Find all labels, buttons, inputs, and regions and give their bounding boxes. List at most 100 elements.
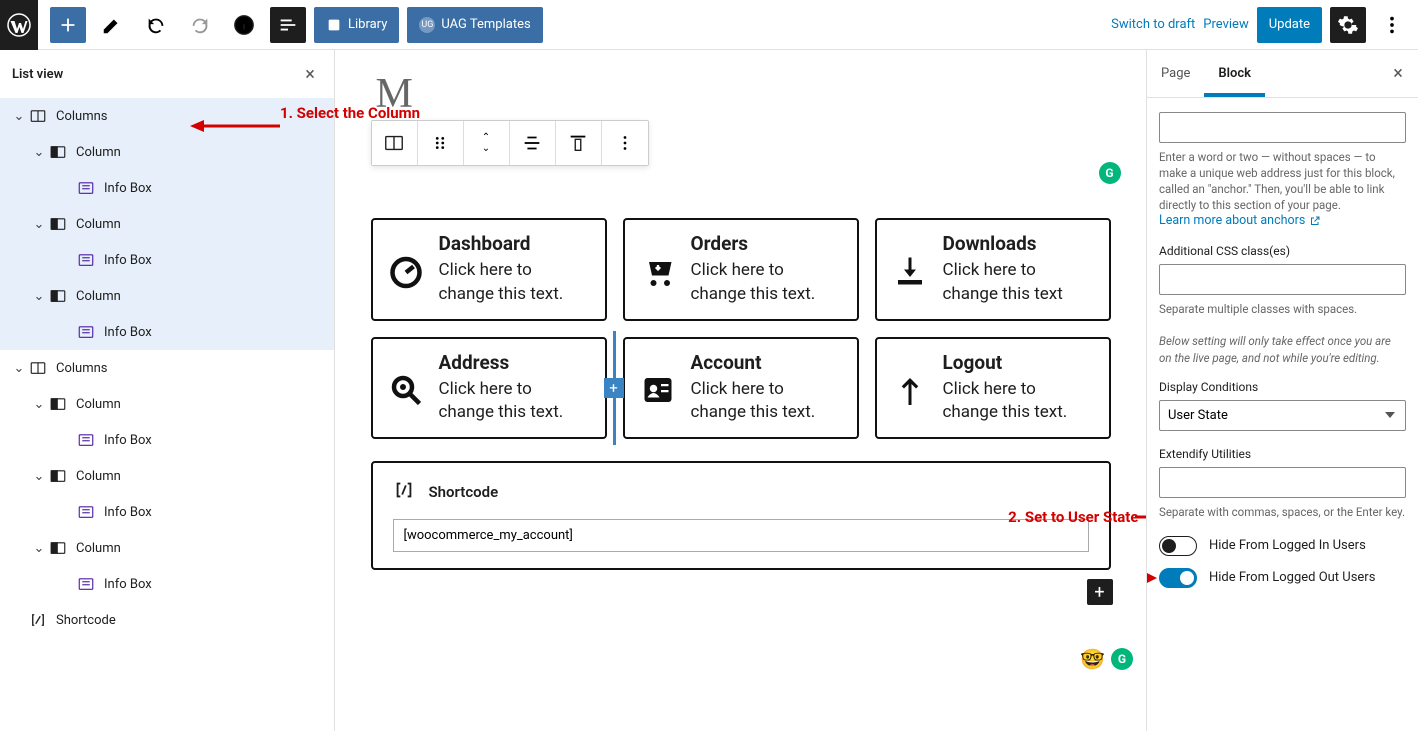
- extendify-input[interactable]: [1159, 467, 1406, 498]
- tree-column[interactable]: ⌄ Column: [0, 530, 334, 566]
- tree-infobox[interactable]: Info Box: [0, 242, 334, 278]
- listview-toggle[interactable]: [270, 7, 306, 43]
- undo-button[interactable]: [138, 7, 174, 43]
- wp-logo[interactable]: [0, 0, 38, 50]
- column-icon: [48, 467, 68, 485]
- info-card-orders[interactable]: OrdersClick here to change this text.: [623, 218, 859, 321]
- shortcode-input[interactable]: [393, 519, 1089, 552]
- info-card-account[interactable]: + AccountClick here to change this text.: [623, 337, 859, 440]
- info-card-dashboard[interactable]: DashboardClick here to change this text.: [371, 218, 607, 321]
- search-location-icon: [387, 371, 425, 409]
- add-block-button[interactable]: [50, 7, 86, 43]
- tree-shortcode[interactable]: Shortcode: [0, 602, 334, 638]
- columns-icon: [28, 107, 48, 125]
- columns-icon: [28, 359, 48, 377]
- toggle-label-out: Hide From Logged Out Users: [1209, 570, 1375, 585]
- block-toolbar: ⌃⌄: [371, 120, 649, 166]
- tab-page[interactable]: Page: [1147, 50, 1204, 97]
- chevron-down-icon: ⌄: [30, 541, 48, 556]
- dashboard-icon: [387, 252, 425, 290]
- toggle-label-in: Hide From Logged In Users: [1209, 538, 1366, 553]
- append-block-button[interactable]: +: [1087, 579, 1113, 605]
- align-button[interactable]: [510, 121, 556, 165]
- tree-columns[interactable]: ⌄ Columns: [0, 350, 334, 386]
- css-class-label: Additional CSS class(es): [1159, 244, 1406, 258]
- info-card-address[interactable]: AddressClick here to change this text.: [371, 337, 607, 440]
- info-card-downloads[interactable]: DownloadsClick here to change this text: [875, 218, 1111, 321]
- settings-button[interactable]: [1330, 7, 1366, 43]
- tree-column[interactable]: ⌄ Column: [0, 386, 334, 422]
- valign-button[interactable]: [556, 121, 602, 165]
- chevron-down-icon: ⌄: [30, 397, 48, 412]
- move-up-down[interactable]: ⌃⌄: [464, 121, 510, 165]
- column-icon: [48, 395, 68, 413]
- update-button[interactable]: Update: [1257, 7, 1322, 43]
- close-sidebar[interactable]: ×: [1378, 50, 1418, 97]
- display-conditions-label: Display Conditions: [1159, 380, 1406, 394]
- cart-icon: [639, 252, 677, 290]
- switch-draft-link[interactable]: Switch to draft: [1111, 17, 1195, 32]
- editor-canvas: M ⌃⌄ G DashboardClick here to change thi…: [335, 50, 1146, 731]
- redo-button[interactable]: [182, 7, 218, 43]
- insert-between-button[interactable]: +: [604, 378, 624, 398]
- floating-badges: 🤓 G: [1080, 647, 1133, 671]
- uag-templates-button[interactable]: UG UAG Templates: [407, 7, 542, 43]
- infobox-icon: [76, 575, 96, 593]
- extendify-label: Extendify Utilities: [1159, 447, 1406, 461]
- infobox-icon: [76, 251, 96, 269]
- shortcode-icon: [393, 479, 415, 505]
- more-options-button[interactable]: [1374, 7, 1410, 43]
- details-button[interactable]: [226, 7, 262, 43]
- tree-column[interactable]: ⌄ Column: [0, 458, 334, 494]
- list-view-panel: List view × ⌄ Columns ⌄ Column Info Box: [0, 50, 335, 731]
- topbar-right: Switch to draft Preview Update: [1111, 7, 1410, 43]
- anchor-learn-more[interactable]: Learn more about anchors: [1159, 213, 1321, 228]
- chevron-down-icon: ⌄: [30, 469, 48, 484]
- tree-column[interactable]: ⌄ Column: [0, 134, 334, 170]
- tree-column[interactable]: ⌄ Column: [0, 206, 334, 242]
- tree-infobox[interactable]: Info Box: [0, 566, 334, 602]
- tree-infobox[interactable]: Info Box: [0, 494, 334, 530]
- infobox-icon: [76, 323, 96, 341]
- column-icon: [48, 215, 68, 233]
- block-type-button[interactable]: [372, 121, 418, 165]
- column-icon: [48, 539, 68, 557]
- list-view-title: List view: [12, 67, 63, 82]
- tab-block[interactable]: Block: [1204, 50, 1265, 97]
- edit-mode-button[interactable]: [94, 7, 130, 43]
- topbar-left: Library UG UAG Templates: [8, 7, 1111, 43]
- css-class-input[interactable]: [1159, 264, 1406, 295]
- shortcode-block[interactable]: Shortcode: [371, 461, 1111, 570]
- tree-column[interactable]: ⌄ Column: [0, 278, 334, 314]
- library-button[interactable]: Library: [314, 7, 399, 43]
- chevron-down-icon: ⌄: [10, 109, 28, 124]
- close-list-view[interactable]: ×: [298, 62, 322, 86]
- display-note: Below setting will only take effect once…: [1159, 333, 1406, 365]
- page-title-shadow: M: [376, 70, 1111, 118]
- infobox-icon: [76, 179, 96, 197]
- arrow-up-icon: [891, 371, 929, 409]
- anchor-help: Enter a word or two — without spaces — t…: [1159, 149, 1406, 213]
- tree-infobox[interactable]: Info Box: [0, 170, 334, 206]
- drag-handle[interactable]: [418, 121, 464, 165]
- grammarly-icon: G: [1111, 648, 1133, 670]
- account-icon: [639, 371, 677, 409]
- chevron-down-icon: ⌄: [30, 145, 48, 160]
- shortcode-icon: [28, 611, 48, 629]
- toggle-hide-logged-out[interactable]: [1159, 568, 1197, 588]
- block-more-button[interactable]: [602, 121, 648, 165]
- anchor-input[interactable]: [1159, 112, 1406, 143]
- chevron-down-icon: ⌄: [10, 361, 28, 376]
- info-card-logout[interactable]: LogoutClick here to change this text.: [875, 337, 1111, 440]
- toggle-hide-logged-in[interactable]: [1159, 536, 1197, 556]
- chevron-down-icon: ⌄: [30, 217, 48, 232]
- display-conditions-select[interactable]: User State: [1159, 400, 1406, 431]
- download-icon: [891, 252, 929, 290]
- tree-infobox[interactable]: Info Box: [0, 422, 334, 458]
- chevron-down-icon: ⌄: [30, 289, 48, 304]
- tree-infobox[interactable]: Info Box: [0, 314, 334, 350]
- preview-link[interactable]: Preview: [1203, 17, 1248, 32]
- editor-topbar: Library UG UAG Templates Switch to draft…: [0, 0, 1418, 50]
- nerd-emoji-icon: 🤓: [1080, 647, 1105, 671]
- tree-columns[interactable]: ⌄ Columns: [0, 98, 334, 134]
